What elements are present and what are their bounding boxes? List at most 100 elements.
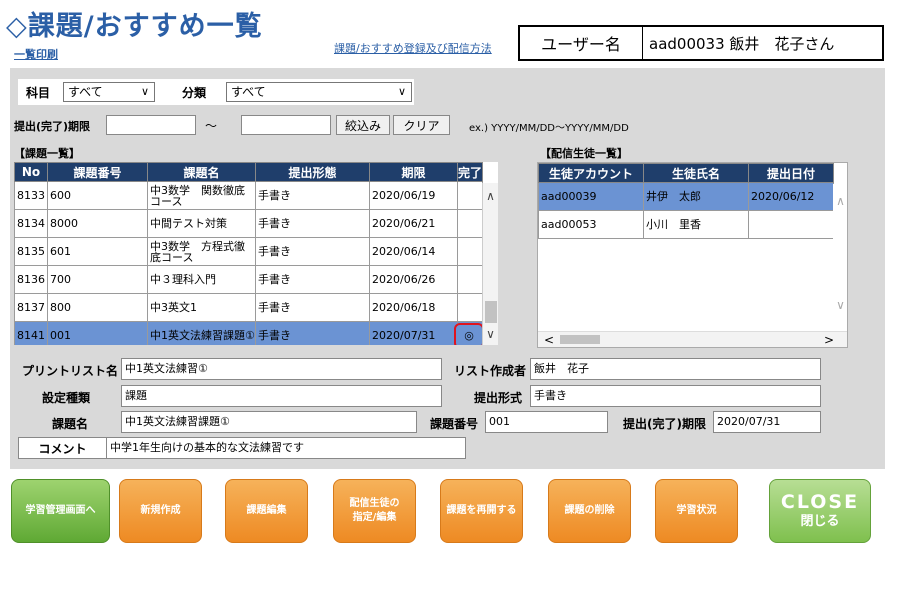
cell-form: 手書き (255, 237, 370, 266)
tilde-separator: ～ (205, 119, 218, 133)
close-label-ja: 閉じる (800, 514, 840, 529)
assignment-number-field[interactable]: 001 (485, 411, 608, 433)
scroll-thumb[interactable] (485, 301, 497, 323)
scroll-up-icon[interactable]: ∧ (483, 189, 498, 203)
manage-screen-button[interactable]: 学習管理画面へ (11, 479, 110, 543)
col-done: 完了 (457, 162, 483, 182)
cell-code: 001 (47, 321, 148, 345)
student-header-row: 生徒アカウント 生徒氏名 提出日付 (538, 163, 834, 183)
printlist-field[interactable]: 中1英文法練習① (121, 358, 442, 380)
cell-form: 手書き (255, 321, 370, 345)
comment-row: コメント 中学1年生向けの基本的な文法練習です (18, 437, 466, 459)
scroll-thumb[interactable] (560, 335, 600, 344)
cell-deadline: 2020/07/31 (369, 321, 458, 345)
chevron-down-icon: ∨ (140, 85, 149, 98)
cell-deadline: 2020/06/19 (369, 181, 458, 210)
create-button[interactable]: 新規作成 (119, 479, 202, 543)
assignment-header-row: No 課題番号 課題名 提出形態 期限 完了 (14, 162, 483, 182)
cell-deadline: 2020/06/26 (369, 265, 458, 294)
printlist-label: プリントリスト名 (22, 364, 119, 378)
table-row[interactable]: 8133 600 中3数学 関数徹底コース 手書き 2020/06/19 (14, 181, 483, 210)
table-row-selected[interactable]: 8141 001 中1英文法練習課題① 手書き 2020/07/31 ◎ (14, 321, 484, 345)
deliver-line1: 配信生徒の (349, 498, 400, 509)
cell-student-name: 井伊 太郎 (643, 182, 749, 211)
deadline-label: 提出(完了)期限 (623, 417, 706, 431)
type-field[interactable]: 課題 (121, 385, 442, 407)
cell-form: 手書き (255, 265, 370, 294)
deadline-to-input[interactable] (241, 115, 331, 135)
student-table: 生徒アカウント 生徒氏名 提出日付 aad00039 井伊 太郎 2020/06… (538, 163, 834, 239)
assignment-list-title: 【課題一覧】 (14, 147, 80, 160)
cell-code: 601 (47, 237, 148, 266)
clear-button[interactable]: クリア (393, 115, 450, 135)
subject-filter-box: 科目 すべて ∨ 分類 すべて ∨ (18, 79, 414, 105)
cell-no: 8133 (14, 181, 48, 210)
type-label: 設定種類 (42, 391, 91, 405)
delete-button[interactable]: 課題の削除 (548, 479, 631, 543)
cell-form: 手書き (255, 181, 370, 210)
deadline-filter-label: 提出(完了)期限 (14, 120, 91, 133)
scroll-up-icon[interactable]: ∧ (833, 194, 847, 208)
filter-button[interactable]: 絞込み (336, 115, 390, 135)
scroll-down-icon[interactable]: ∨ (833, 298, 847, 312)
deliver-students-button[interactable]: 配信生徒の 指定/編集 (333, 479, 416, 543)
comment-field[interactable]: 中学1年生向けの基本的な文法練習です (107, 438, 465, 458)
table-row[interactable]: aad00053 小川 里香 (538, 210, 834, 239)
cell-code: 8000 (47, 209, 148, 238)
scroll-down-icon[interactable]: ∨ (483, 327, 498, 341)
student-list-title: 【配信生徒一覧】 (540, 147, 628, 160)
table-row[interactable]: 8137 800 中3英文1 手書き 2020/06/18 (14, 293, 483, 322)
deadline-field[interactable]: 2020/07/31 (713, 411, 821, 433)
cell-name: 中3英文1 (147, 293, 256, 322)
table-row-selected[interactable]: aad00039 井伊 太郎 2020/06/12 (538, 182, 834, 211)
student-table-wrap: 生徒アカウント 生徒氏名 提出日付 aad00039 井伊 太郎 2020/06… (537, 162, 848, 348)
scroll-right-icon[interactable]: > (824, 333, 834, 347)
cell-done (457, 265, 483, 294)
user-value: aad00033 飯井 花子さん (649, 34, 835, 53)
col-no: No (14, 162, 48, 182)
table-row[interactable]: 8135 601 中3数学 方程式徹底コース 手書き 2020/06/14 (14, 237, 483, 266)
col-form: 提出形態 (255, 162, 370, 182)
reopen-button[interactable]: 課題を再開する (440, 479, 523, 543)
cell-account: aad00039 (538, 182, 644, 211)
assignment-scrollbar[interactable]: ∧ ∨ (482, 183, 498, 345)
assignment-name-field[interactable]: 中1英文法練習課題① (121, 411, 417, 433)
cell-student-name: 小川 里香 (643, 210, 749, 239)
page-title: ◇課題/おすすめ一覧 (6, 11, 263, 42)
deadline-from-input[interactable] (106, 115, 196, 135)
status-button[interactable]: 学習状況 (655, 479, 738, 543)
cell-form: 手書き (255, 209, 370, 238)
close-label-en: CLOSE (780, 491, 860, 513)
student-vscroll[interactable]: ∧ ∨ (833, 184, 847, 330)
format-field[interactable]: 手書き (530, 385, 821, 407)
cell-code: 700 (47, 265, 148, 294)
col-account: 生徒アカウント (538, 163, 644, 183)
date-format-hint: ex.) YYYY/MM/DD～YYYY/MM/DD (469, 123, 629, 134)
table-row[interactable]: 8136 700 中３理科入門 手書き 2020/06/26 (14, 265, 483, 294)
chevron-down-icon: ∨ (397, 85, 406, 98)
completed-badge: ◎ (454, 322, 484, 345)
cell-name: 中1英文法練習課題① (147, 321, 256, 345)
assignment-table-wrap: No 課題番号 課題名 提出形態 期限 完了 8133 600 中3数学 関数徹… (14, 162, 498, 345)
print-list-link[interactable]: 一覧印刷 (14, 46, 58, 62)
student-hscroll[interactable]: < > (538, 331, 847, 347)
creator-label: リスト作成者 (454, 364, 527, 378)
register-guide-link[interactable]: 課題/おすすめ登録及び配信方法 (334, 40, 492, 56)
col-student-name: 生徒氏名 (643, 163, 749, 183)
format-label: 提出形式 (474, 391, 523, 405)
creator-field[interactable]: 飯井 花子 (530, 358, 821, 380)
scroll-left-icon[interactable]: < (544, 333, 554, 347)
table-row[interactable]: 8134 8000 中間テスト対策 手書き 2020/06/21 (14, 209, 483, 238)
subject-select[interactable]: すべて ∨ (63, 82, 155, 102)
cell-no: 8137 (14, 293, 48, 322)
close-button[interactable]: CLOSE 閉じる (769, 479, 871, 543)
col-code: 課題番号 (47, 162, 148, 182)
cell-done: ◎ (454, 321, 484, 345)
cell-deadline: 2020/06/14 (369, 237, 458, 266)
user-box: ユーザー名 aad00033 飯井 花子さん (518, 25, 884, 61)
col-deadline: 期限 (369, 162, 458, 182)
edit-button[interactable]: 課題編集 (225, 479, 308, 543)
cell-deadline: 2020/06/18 (369, 293, 458, 322)
category-select[interactable]: すべて ∨ (226, 82, 412, 102)
cell-deadline: 2020/06/21 (369, 209, 458, 238)
